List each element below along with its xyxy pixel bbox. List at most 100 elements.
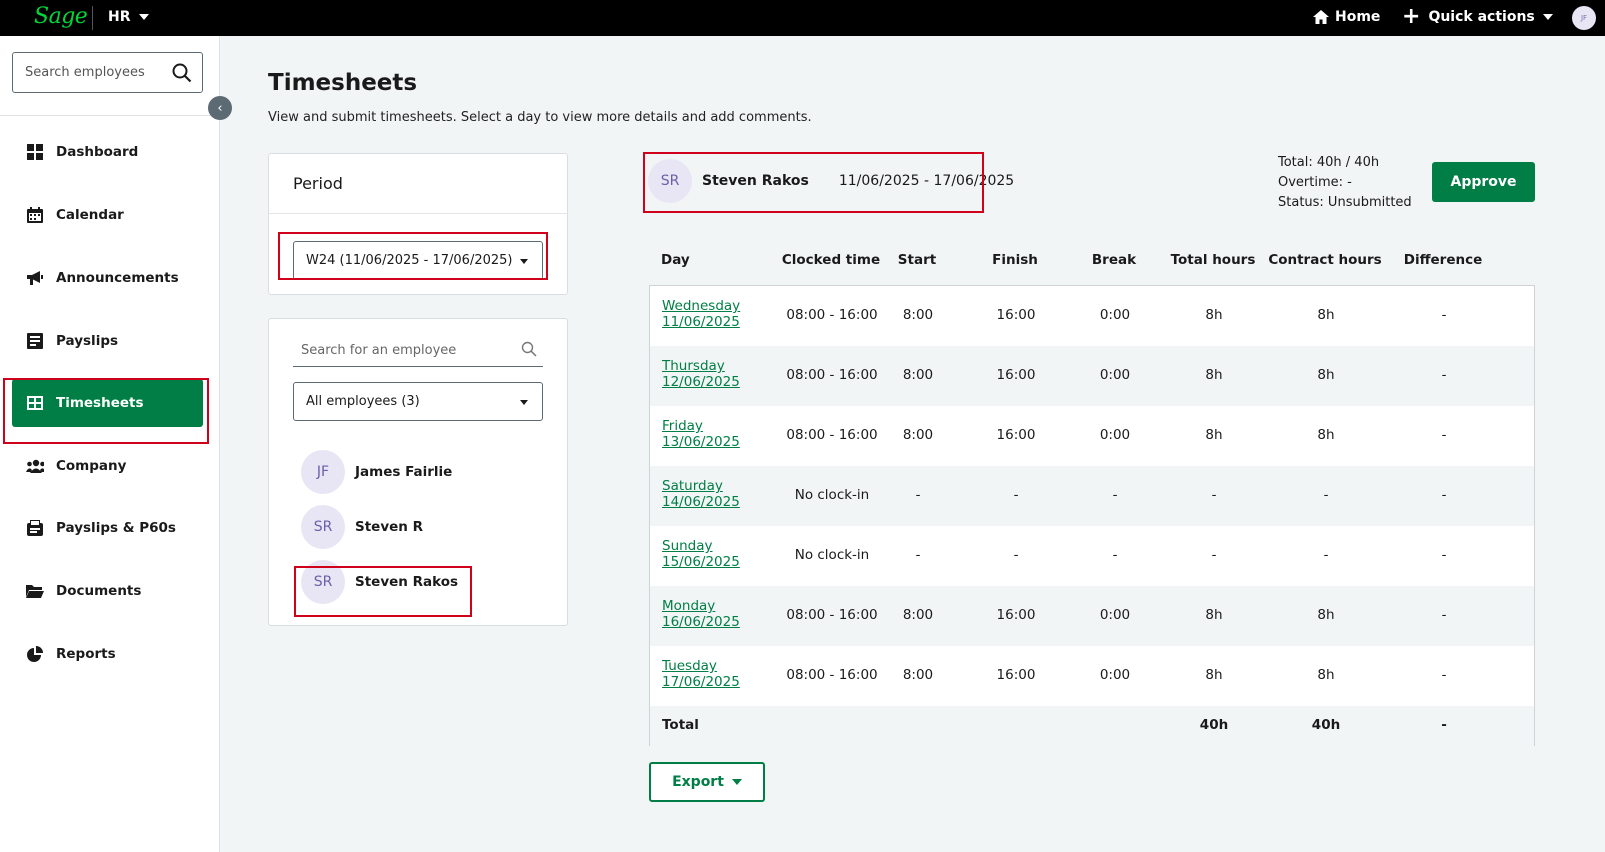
column-header-total-hours: Total hours (1170, 252, 1256, 268)
finish-cell: 16:00 (996, 667, 1036, 683)
home-icon (1313, 10, 1329, 24)
contract-hours-cell: 8h (1317, 307, 1335, 323)
table-row[interactable]: Wednesday 11/06/2025 08:00 - 16:00 8:00 1… (650, 286, 1534, 346)
sidebar-item-timesheets[interactable]: Timesheets (12, 379, 203, 427)
column-header-day: Day (661, 252, 690, 268)
start-cell: 8:00 (902, 427, 934, 443)
total-hours-cell: 8h (1205, 367, 1223, 383)
total-hours-cell: 8h (1205, 667, 1223, 683)
timesheet-employee-header: SR Steven Rakos 11/06/2025 - 17/06/2025 (648, 159, 1014, 203)
total-label: Total (662, 717, 699, 733)
table-row[interactable]: Sunday 15/06/2025 No clock-in - - - - - - (650, 526, 1534, 586)
finish-cell: 16:00 (996, 367, 1036, 383)
total-hours-cell: 8h (1205, 607, 1223, 623)
dashboard-icon (26, 143, 44, 161)
column-header-start: Start (897, 252, 937, 268)
period-title: Period (293, 174, 343, 193)
contract-hours-cell: 8h (1317, 607, 1335, 623)
start-cell: 8:00 (902, 607, 934, 623)
period-selected-value: W24 (11/06/2025 - 17/06/2025) (306, 253, 513, 268)
sidebar-item-announcements[interactable]: Announcements (12, 254, 203, 302)
sidebar-item-label: Reports (56, 646, 116, 662)
sage-logo[interactable]: Sage (34, 4, 88, 29)
finish-cell: 16:00 (996, 607, 1036, 623)
start-cell: - (915, 547, 921, 563)
contract-hours-cell: 40h (1311, 717, 1341, 733)
status-summary: Status: Unsubmitted (1278, 195, 1412, 210)
employee-filter-value: All employees (3) (306, 394, 420, 409)
employee-search-input[interactable]: Search for an employee (293, 335, 543, 367)
chevron-down-icon (520, 400, 528, 405)
approve-button[interactable]: Approve (1432, 162, 1535, 202)
sidebar-item-label: Payslips & P60s (56, 520, 176, 536)
megaphone-icon (26, 269, 44, 287)
sidebar-item-reports[interactable]: Reports (12, 630, 203, 678)
app-switcher[interactable]: HR (108, 9, 149, 25)
employee-list-item[interactable]: SR Steven Rakos (301, 560, 458, 604)
break-cell: 0:00 (1099, 427, 1131, 443)
search-icon[interactable] (521, 341, 537, 357)
employee-name: Steven Rakos (355, 574, 459, 590)
sidebar-item-calendar[interactable]: Calendar (12, 191, 203, 239)
collapse-sidebar-button[interactable]: ‹ (208, 96, 232, 120)
chevron-left-icon: ‹ (217, 100, 223, 116)
difference-cell: - (1441, 487, 1447, 503)
difference-cell: - (1441, 607, 1447, 623)
quick-actions-button[interactable]: + Quick actions (1402, 4, 1553, 29)
contract-hours-cell: 8h (1317, 367, 1335, 383)
timesheet-employee-name: Steven Rakos (702, 173, 809, 189)
period-select[interactable]: W24 (11/06/2025 - 17/06/2025) (293, 241, 543, 280)
column-header-break: Break (1091, 252, 1137, 268)
chevron-down-icon (520, 259, 528, 264)
user-avatar[interactable]: JF (1572, 6, 1596, 30)
total-hours-cell: 8h (1205, 307, 1223, 323)
break-cell: 0:00 (1099, 667, 1131, 683)
home-link[interactable]: Home (1313, 9, 1380, 25)
column-header-contract-hours: Contract hours (1268, 252, 1382, 268)
plus-icon: + (1402, 4, 1421, 29)
period-divider (269, 213, 567, 214)
timesheet-date-range: 11/06/2025 - 17/06/2025 (838, 173, 1015, 189)
employee-search-placeholder: Search for an employee (301, 343, 457, 358)
sidebar-item-company[interactable]: Company (12, 442, 203, 490)
break-cell: - (1112, 487, 1118, 503)
home-label: Home (1335, 9, 1381, 25)
logo-divider (92, 6, 93, 30)
finish-cell: 16:00 (996, 427, 1036, 443)
difference-cell: - (1441, 427, 1447, 443)
table-row[interactable]: Saturday 14/06/2025 No clock-in - - - - -… (650, 466, 1534, 526)
search-employees-input[interactable]: Search employees (12, 52, 203, 93)
total-hours-summary: Total: 40h / 40h (1278, 155, 1380, 170)
employee-list-item[interactable]: JF James Fairlie (301, 450, 452, 494)
employee-filter-select[interactable]: All employees (3) (293, 382, 543, 421)
difference-cell: - (1441, 307, 1447, 323)
contract-hours-cell: 8h (1317, 427, 1335, 443)
total-hours-cell: - (1211, 547, 1217, 563)
table-row[interactable]: Friday 13/06/2025 08:00 - 16:00 8:00 16:0… (650, 406, 1534, 466)
chevron-down-icon (138, 14, 149, 20)
chevron-down-icon (731, 779, 742, 785)
sidebar-item-documents[interactable]: Documents (12, 567, 203, 615)
start-cell: 8:00 (902, 667, 934, 683)
total-hours-cell: 40h (1199, 717, 1229, 733)
sidebar-item-label: Documents (56, 583, 142, 599)
table-total-row: Total 40h 40h - (650, 706, 1534, 746)
difference-cell: - (1441, 367, 1447, 383)
app-name: HR (108, 9, 131, 25)
contract-hours-cell: - (1323, 547, 1329, 563)
table-row[interactable]: Monday 16/06/2025 08:00 - 16:00 8:00 16:0… (650, 586, 1534, 646)
table-row[interactable]: Thursday 12/06/2025 08:00 - 16:00 8:00 16… (650, 346, 1534, 406)
avatar: SR (648, 159, 692, 203)
export-button[interactable]: Export (649, 762, 765, 802)
sidebar-item-payslips-p60s[interactable]: Payslips & P60s (12, 504, 203, 552)
employee-list-item[interactable]: SR Steven R (301, 505, 423, 549)
column-header-finish: Finish (992, 252, 1038, 268)
sidebar-item-payslips[interactable]: Payslips (12, 317, 203, 365)
avatar: SR (301, 505, 345, 549)
folder-icon (26, 582, 44, 600)
search-icon[interactable] (172, 63, 192, 83)
table-row[interactable]: Tuesday 17/06/2025 08:00 - 16:00 8:00 16:… (650, 646, 1534, 706)
sidebar-item-label: Dashboard (56, 144, 139, 160)
sidebar-item-dashboard[interactable]: Dashboard (12, 128, 203, 176)
start-cell: 8:00 (902, 367, 934, 383)
